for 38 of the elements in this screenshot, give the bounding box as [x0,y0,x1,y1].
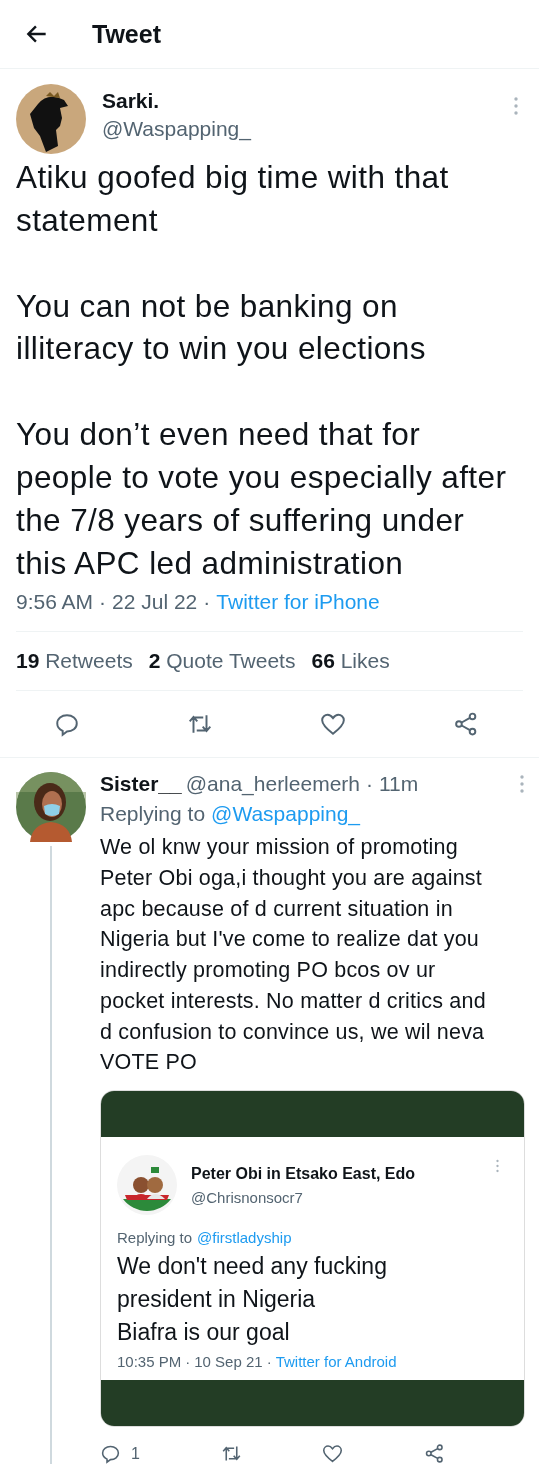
separator-dot: · [266,1353,272,1370]
quoted-date: 10 Sep 21 [194,1353,263,1370]
tweet-text: You can not be banking on illiteracy to win you elections [16,286,427,369]
reply-count: 1 [131,1444,140,1463]
stat-link[interactable]: 19 Retweets [16,649,133,674]
author-handle: @Waspapping_ [102,117,253,141]
reply-author-name: Sister__ [100,772,182,797]
more-options-icon [495,1159,500,1173]
separator-dot: · [185,1353,191,1370]
replying-label: Replying to [117,1229,193,1246]
quoted-tweet-text: We don't need any fucking [117,1252,388,1281]
quoted-tweet-text: Biafra is our goal [117,1318,291,1347]
heart-icon[interactable] [322,1443,344,1464]
replying-label: Replying to [100,802,206,827]
heart-icon[interactable] [320,711,346,738]
tweet-date: 22 Jul 22 [112,590,198,614]
reply-icon[interactable] [100,1443,121,1464]
separator-dot: · [366,772,373,797]
share-icon[interactable] [453,711,479,738]
separator-dot: · [99,590,107,614]
reply-age: 11m [379,772,419,797]
tweet-text: You don’t even need that for people to vote you especially after the 7/8 years of suffering under this APC led administration [16,415,508,583]
tweet-time: 9:56 AM [16,590,94,614]
author-name: Sarki. [102,89,161,113]
stat-link[interactable]: 66 Likes [311,649,390,674]
reply-icon[interactable] [54,711,80,738]
separator-dot: · [203,590,211,614]
tweet-text: Atiku goofed big time with that statement [16,158,450,240]
reply-author-handle: @ana_herleemerh [185,772,360,797]
quoted-author-name: Peter Obi in Etsako East, Edo [191,1164,417,1183]
reply-text: We ol knw your mission of promoting Peter Obi oga,i thought you are against apc because of d current situation in Nigeria but I've come to realize dat you indirectly promoting PO bcos ov ur pocket interests. No matter d critics and d confusion to convince us, we wil neva VOTE PO [100,834,487,1077]
quoted-tweet-text: president in Nigeria [117,1285,317,1314]
quoted-time: 10:35 PM [117,1353,182,1370]
page-title: Tweet [92,19,161,49]
stat-link[interactable]: 2 Quote Tweets [148,649,296,674]
quoted-source: Twitter for Android [275,1353,397,1370]
quoted-author-handle: @Chrisnonsocr7 [191,1188,304,1206]
share-icon[interactable] [423,1443,445,1464]
